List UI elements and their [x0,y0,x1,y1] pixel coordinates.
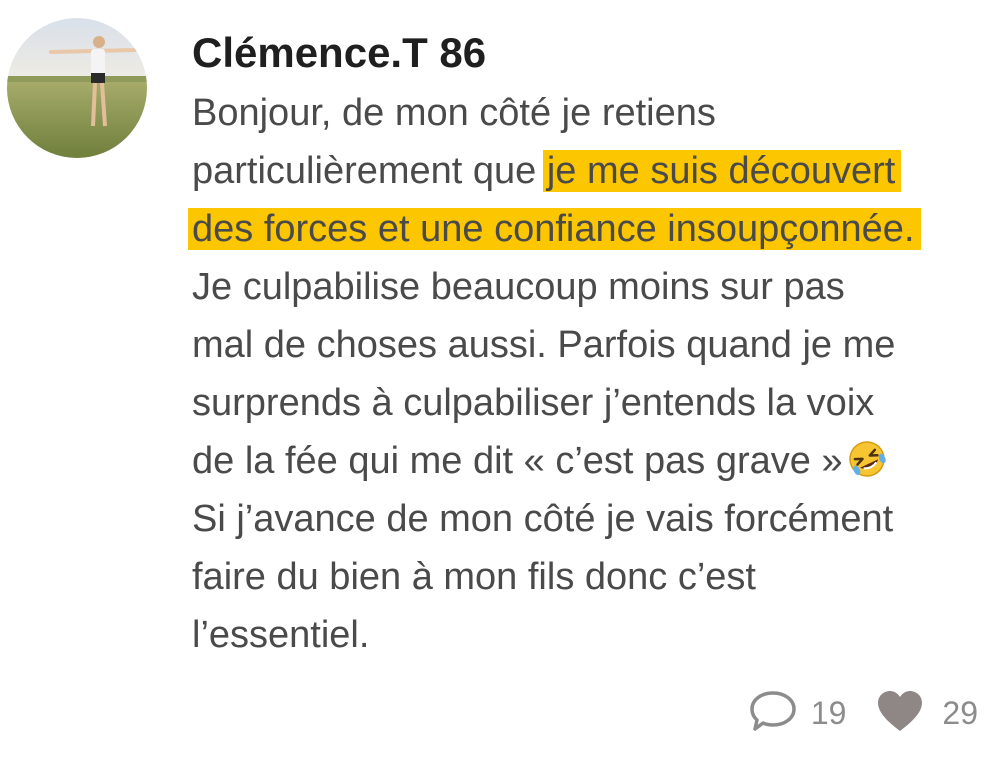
like-button[interactable]: 29 [874,688,978,739]
rolling-on-floor-laughing-emoji-icon [847,438,887,496]
avatar[interactable] [7,18,147,158]
comment-line: de la fée qui me dit « c’est pas grave » [192,432,982,490]
comment-line: faire du bien à mon fils donc c’est [192,548,982,606]
comment-text: de la fée qui me dit « c’est pas grave » [192,440,843,482]
avatar-photo [7,18,147,158]
comment-line: Je culpabilise beaucoup moins sur pas [192,258,982,316]
highlighted-text: des forces et une confiance insoupçonnée… [192,208,915,250]
post-actions: 19 29 [747,688,978,738]
likes-count: 29 [942,695,978,731]
comments-count: 19 [810,695,847,731]
comment-text: Bonjour, de mon côté je retiens [192,92,716,134]
comment-line: Si j’avance de mon côté je vais forcémen… [192,490,982,548]
comment-text: particulièrement que [192,150,547,192]
comment-text: faire du bien à mon fils donc c’est [192,556,756,598]
highlighted-text: je me suis découvert [546,150,896,192]
comment-text: Si j’avance de mon côté je vais forcémen… [192,498,894,540]
comment-text: surprends à culpabiliser j’entends la vo… [192,382,875,424]
speech-bubble-icon [747,687,811,740]
comment-line: l’essentiel. [192,606,982,664]
comment-line: des forces et une confiance insoupçonnée… [192,200,982,258]
comment-line: mal de choses aussi. Parfois quand je me [192,316,982,374]
comment-line: particulièrement que je me suis découver… [192,142,982,200]
comment-text: Je culpabilise beaucoup moins sur pas [192,266,845,308]
comment-line: surprends à culpabiliser j’entends la vo… [192,374,982,432]
author-name[interactable]: Clémence.T 86 [192,28,486,78]
comment-text: mal de choses aussi. Parfois quand je me [192,324,896,366]
comment-text: l’essentiel. [192,614,370,656]
comment-body: Bonjour, de mon côté je retiens particul… [192,84,982,664]
comments-button[interactable]: 19 [747,687,847,740]
comment-line: Bonjour, de mon côté je retiens [192,84,982,142]
heart-icon [874,688,942,739]
